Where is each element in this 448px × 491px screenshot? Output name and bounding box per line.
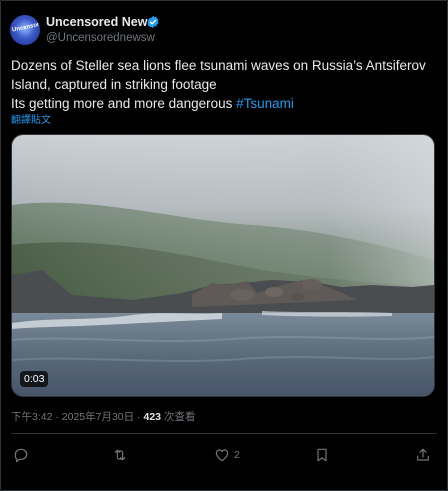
tweet-text-line-2: Its getting more and more dangerous #Tsu…	[11, 94, 431, 113]
reply-button[interactable]	[13, 444, 33, 466]
like-count: 2	[234, 449, 240, 461]
like-icon	[215, 449, 229, 462]
post-metadata: 下午3:42 · 2025年7月30日 · 423 次查看	[11, 409, 195, 424]
like-button[interactable]: 2	[214, 444, 240, 466]
avatar[interactable]: Uncensored	[10, 15, 40, 45]
tweet-text-line-2-text: Its getting more and more dangerous	[11, 96, 237, 111]
repost-icon	[114, 449, 126, 461]
divider	[11, 433, 437, 434]
verified-badge-icon	[147, 15, 159, 29]
tweet-text: Dozens of Steller sea lions flee tsunami…	[11, 56, 431, 113]
author-name[interactable]: Uncensored News	[46, 15, 154, 29]
tweet-text-line-1: Dozens of Steller sea lions flee tsunami…	[11, 58, 426, 92]
hashtag-link[interactable]: #Tsunami	[236, 96, 294, 111]
video-player[interactable]	[11, 134, 435, 397]
avatar-logo-text: Uncensored	[11, 20, 40, 34]
video-duration-badge: 0:03	[20, 371, 49, 387]
bookmark-button[interactable]	[314, 444, 334, 466]
author-handle[interactable]: @Uncensorednewsw	[46, 32, 155, 44]
action-bar: 2	[1, 444, 447, 466]
reply-icon	[14, 448, 28, 463]
views-label: 次查看	[161, 411, 196, 423]
post-timestamp[interactable]: 下午3:42 · 2025年7月30日 ·	[11, 411, 143, 423]
views-count: 423	[143, 411, 162, 423]
share-icon	[417, 448, 429, 461]
video-frame	[12, 135, 434, 396]
translate-post-link[interactable]: 翻譯貼文	[11, 111, 51, 126]
share-button[interactable]	[415, 444, 431, 466]
bookmark-icon	[317, 448, 327, 462]
repost-button[interactable]	[112, 444, 132, 466]
tweet-card: Uncensored Uncensored News @Uncensoredne…	[0, 0, 448, 491]
